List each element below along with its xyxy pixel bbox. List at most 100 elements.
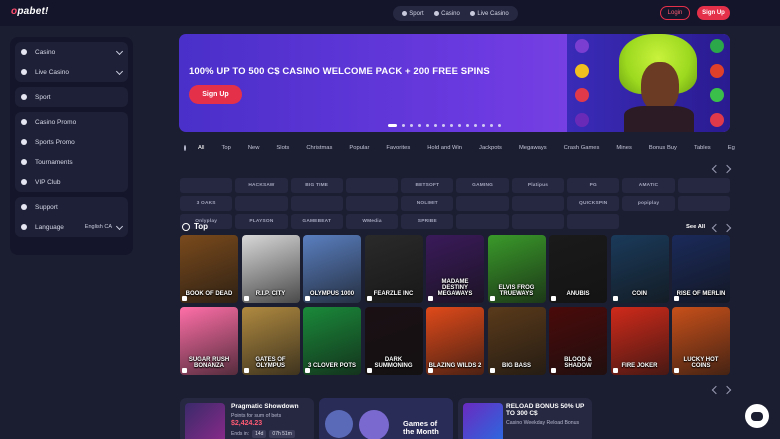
provider-logo[interactable]: BETSOFT [401, 178, 454, 193]
game-tile[interactable]: SUGAR RUSH BONANZA [180, 307, 238, 375]
tab-category[interactable]: Christmas [306, 145, 332, 151]
carousel-dot[interactable] [450, 124, 453, 127]
provider-logo[interactable]: GAMING [456, 178, 509, 193]
provider-logo[interactable]: Platipus [511, 178, 565, 193]
game-tile[interactable]: DARK SUMMONING [364, 307, 423, 375]
carousel-dot[interactable] [426, 124, 429, 127]
game-tile[interactable]: BOOK OF DEAD [180, 235, 238, 303]
sidebar-item-tournaments[interactable]: Tournaments [15, 152, 128, 172]
provider-logo[interactable] [677, 178, 730, 193]
provider-logo[interactable]: HACKSAW [235, 178, 288, 193]
mode-live-casino[interactable]: Live Casino [470, 11, 509, 17]
sidebar-item-vip-club[interactable]: VIP Club [15, 172, 128, 192]
see-all-link[interactable]: See All [686, 224, 705, 230]
provider-logo[interactable] [456, 214, 509, 229]
provider-logo[interactable]: 3 OAKS [180, 196, 233, 211]
tab-category[interactable]: All [198, 145, 204, 151]
provider-logo[interactable] [290, 196, 343, 211]
game-tile[interactable]: BLAZING WILDS 2 [426, 307, 484, 375]
tab-category[interactable]: Tables [694, 145, 711, 151]
carousel-dot[interactable] [388, 124, 397, 127]
sidebar-item-casino-promo[interactable]: Casino Promo [15, 112, 128, 132]
chevron-right-icon[interactable] [722, 385, 732, 395]
search-icon[interactable] [184, 145, 186, 151]
provider-logo[interactable]: NOLIMIT [401, 196, 454, 211]
tab-category[interactable]: Slots [276, 145, 289, 151]
banner-signup-button[interactable]: Sign Up [189, 85, 242, 104]
provider-logo[interactable] [511, 214, 565, 229]
promo-card-reload[interactable]: RELOAD BONUS 50% UP TO 300 C$ Casino Wee… [458, 398, 592, 439]
provider-logo[interactable]: AMATIC [622, 178, 675, 193]
sidebar-item-support[interactable]: Support [15, 197, 128, 217]
game-tile[interactable]: ELVIS FROG TRUEWAYS [487, 235, 546, 303]
chevron-right-icon[interactable] [722, 164, 732, 174]
game-tile[interactable]: ANUBIS [549, 235, 607, 303]
tab-category[interactable]: Jackpots [479, 145, 502, 151]
sidebar-item-sports-promo[interactable]: Sports Promo [15, 132, 128, 152]
game-tile[interactable]: MADAME DESTINY MEGAWAYS [426, 235, 484, 303]
provider-logo[interactable]: WMedia [345, 214, 399, 229]
carousel-dot[interactable] [490, 124, 493, 127]
tab-category[interactable]: Megaways [519, 145, 547, 151]
tab-category[interactable]: Eg [728, 145, 735, 151]
provider-logo[interactable]: PLAYSON [235, 214, 288, 229]
game-tile[interactable]: BIG BASS [487, 307, 546, 375]
mode-sport[interactable]: Sport [402, 11, 424, 17]
carousel-dot[interactable] [434, 124, 437, 127]
provider-logo[interactable]: GAMEBEAT [290, 214, 343, 229]
game-tile[interactable]: RISE OF MERLIN [672, 235, 730, 303]
tab-category[interactable]: Hold and Win [427, 145, 462, 151]
tab-category[interactable]: Popular [349, 145, 369, 151]
promo-card-tournament[interactable]: Pragmatic Showdown Points for sum of bet… [180, 398, 314, 439]
provider-logo[interactable] [511, 196, 565, 211]
carousel-dot[interactable] [410, 124, 413, 127]
game-tile[interactable]: OLYMPUS 1000 [303, 235, 361, 303]
carousel-dot[interactable] [466, 124, 469, 127]
provider-logo[interactable]: PG [567, 178, 620, 193]
provider-logo[interactable] [456, 196, 509, 211]
sidebar-item-casino[interactable]: Casino [15, 42, 128, 62]
carousel-dot[interactable] [498, 124, 501, 127]
game-tile[interactable]: R.I.P. CITY [241, 235, 300, 303]
game-tile[interactable]: BLOOD & SHADOW [549, 307, 607, 375]
chat-support-button[interactable] [745, 404, 769, 428]
provider-logo[interactable] [677, 196, 730, 211]
carousel-dot[interactable] [482, 124, 485, 127]
provider-logo[interactable]: BIG TIME [290, 178, 343, 193]
tab-category[interactable]: Mines [616, 145, 631, 151]
game-tile[interactable]: GATES OF OLYMPUS [241, 307, 300, 375]
sidebar-item-live-casino[interactable]: Live Casino [15, 62, 128, 82]
game-tile[interactable]: COIN [610, 235, 669, 303]
chevron-left-icon[interactable] [711, 385, 721, 395]
carousel-dot[interactable] [474, 124, 477, 127]
promo-card-games-month[interactable]: Games of the Month [319, 398, 453, 439]
login-button[interactable]: Login [660, 6, 690, 20]
promo-banner[interactable]: 100% UP TO 500 C$ CASINO WELCOME PACK + … [179, 34, 730, 132]
signup-button[interactable]: Sign Up [697, 6, 730, 20]
brand-logo[interactable]: opabet! [11, 6, 49, 17]
tab-category[interactable]: Bonus Buy [649, 145, 677, 151]
provider-logo[interactable]: popiplay [622, 196, 675, 211]
provider-logo[interactable] [345, 196, 399, 211]
provider-logo[interactable] [235, 196, 288, 211]
provider-logo[interactable] [567, 214, 620, 229]
tab-category[interactable]: Top [221, 145, 230, 151]
provider-logo[interactable] [180, 178, 233, 193]
game-tile[interactable]: 3 CLOVER POTS [303, 307, 361, 375]
mode-casino[interactable]: Casino [434, 11, 460, 17]
carousel-dot[interactable] [418, 124, 421, 127]
game-tile[interactable]: FEARZLE INC [364, 235, 423, 303]
game-tile[interactable]: LUCKY HOT COINS [672, 307, 730, 375]
carousel-dot[interactable] [442, 124, 445, 127]
provider-logo[interactable]: QUICKSPIN [567, 196, 620, 211]
tab-category[interactable]: New [248, 145, 260, 151]
tab-category[interactable]: Crash Games [564, 145, 600, 151]
tab-category[interactable]: Favorites [386, 145, 410, 151]
chevron-left-icon[interactable] [711, 164, 721, 174]
carousel-dot[interactable] [402, 124, 405, 127]
carousel-dot[interactable] [458, 124, 461, 127]
provider-logo[interactable]: SPRIBE [401, 214, 454, 229]
sidebar-item-language[interactable]: Language English CA [15, 217, 128, 237]
provider-logo[interactable] [345, 178, 399, 193]
sidebar-item-sport[interactable]: Sport [15, 87, 128, 107]
